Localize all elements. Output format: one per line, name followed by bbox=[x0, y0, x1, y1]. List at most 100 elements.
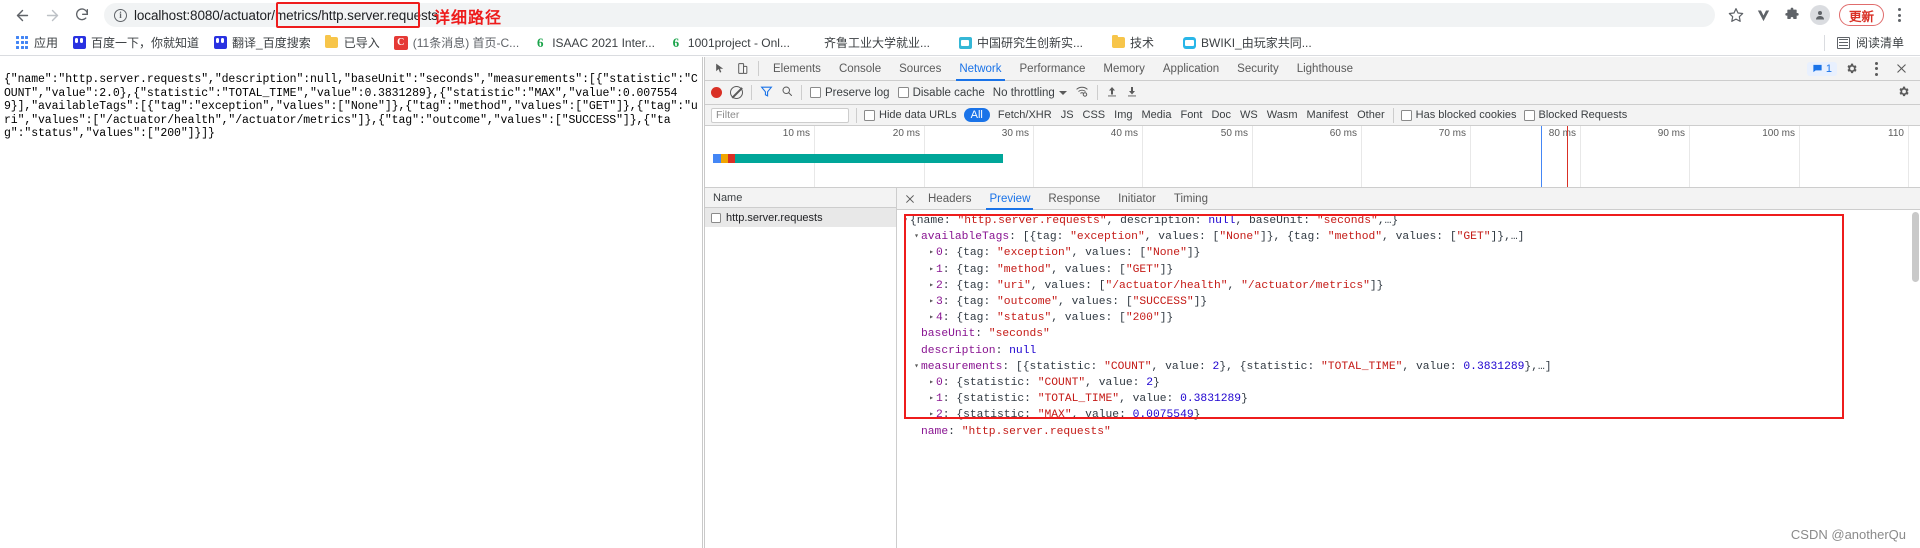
network-conditions-icon[interactable] bbox=[1075, 85, 1089, 101]
tab-preview[interactable]: Preview bbox=[980, 188, 1039, 210]
bookmark-isaac[interactable]: 6 ISAAC 2021 Inter... bbox=[526, 34, 662, 52]
table-row[interactable]: http.server.requests bbox=[705, 208, 896, 227]
hide-data-urls-checkbox[interactable]: Hide data URLs bbox=[864, 109, 957, 121]
inspect-element-icon[interactable] bbox=[709, 58, 731, 80]
timeline-tick-label: 90 ms bbox=[1657, 128, 1685, 139]
disable-cache-checkbox[interactable]: Disable cache bbox=[897, 87, 985, 99]
device-toolbar-icon[interactable] bbox=[731, 58, 753, 80]
filter-type-font[interactable]: Font bbox=[1179, 109, 1203, 121]
timeline-event-marker bbox=[1541, 126, 1542, 187]
preserve-log-label: Preserve log bbox=[825, 86, 890, 99]
blocked-requests-checkbox[interactable]: Blocked Requests bbox=[1523, 109, 1627, 121]
network-overview-timeline[interactable]: 10 ms 20 ms 30 ms 40 ms 50 ms 60 ms 70 ms 80 ms… bbox=[705, 126, 1920, 188]
close-icon[interactable] bbox=[1890, 58, 1912, 80]
csdn-icon: C bbox=[393, 35, 408, 50]
puzzle-icon[interactable] bbox=[1779, 2, 1805, 28]
forward-button[interactable] bbox=[38, 1, 66, 29]
timeline-tick bbox=[1361, 126, 1362, 187]
browser-window: i localhost:8080/actuator/metrics/http.s… bbox=[0, 0, 1920, 548]
json-tree-row[interactable]: name: "http.server.requests" bbox=[901, 424, 1920, 440]
bookmark-imported-folder[interactable]: 已导入 bbox=[318, 32, 387, 53]
timeline-tick bbox=[1252, 126, 1253, 187]
filter-type-js[interactable]: JS bbox=[1060, 109, 1075, 121]
search-icon[interactable] bbox=[781, 85, 793, 100]
extension-v-icon[interactable] bbox=[1751, 2, 1777, 28]
bookmark-apps[interactable]: 应用 bbox=[8, 32, 65, 53]
tab-lighthouse[interactable]: Lighthouse bbox=[1288, 57, 1362, 81]
tab-timing[interactable]: Timing bbox=[1165, 188, 1217, 210]
bookmark-baidu-translate[interactable]: 翻译_百度搜索 bbox=[206, 32, 318, 53]
preserve-log-checkbox[interactable]: Preserve log bbox=[810, 87, 890, 99]
bookmark-star-icon[interactable] bbox=[1723, 2, 1749, 28]
tab-console[interactable]: Console bbox=[830, 57, 890, 81]
divider bbox=[1096, 85, 1098, 100]
filter-type-ws[interactable]: WS bbox=[1239, 109, 1259, 121]
throttling-select[interactable]: No throttling bbox=[993, 87, 1067, 99]
filter-type-css[interactable]: CSS bbox=[1082, 109, 1107, 121]
filter-icon[interactable] bbox=[760, 85, 773, 101]
tab-application[interactable]: Application bbox=[1154, 57, 1228, 81]
import-har-icon[interactable] bbox=[1106, 85, 1118, 101]
tab-network[interactable]: Network bbox=[950, 57, 1010, 81]
throttling-value: No throttling bbox=[992, 86, 1055, 99]
filter-type-wasm[interactable]: Wasm bbox=[1266, 109, 1299, 121]
filter-type-doc[interactable]: Doc bbox=[1210, 109, 1232, 121]
reload-button[interactable] bbox=[68, 1, 96, 29]
tab-sources[interactable]: Sources bbox=[890, 57, 950, 81]
timeline-tick bbox=[1799, 126, 1800, 187]
tab-elements[interactable]: Elements bbox=[764, 57, 830, 81]
bookmark-label: 应用 bbox=[34, 36, 59, 50]
bookmark-tech-folder[interactable]: 技术 bbox=[1104, 32, 1161, 53]
reading-list-button[interactable]: 阅读清单 bbox=[1823, 34, 1912, 51]
bookmark-bwiki[interactable]: BWIKI_由玩家共同... bbox=[1175, 32, 1319, 53]
browser-toolbar: i localhost:8080/actuator/metrics/http.s… bbox=[0, 0, 1920, 30]
timeline-tick-label: 60 ms bbox=[1329, 128, 1357, 139]
back-button[interactable] bbox=[8, 1, 36, 29]
clear-icon[interactable] bbox=[730, 86, 743, 99]
checkbox bbox=[1400, 109, 1412, 121]
timeline-tick-label: 30 ms bbox=[1001, 128, 1029, 139]
tab-performance[interactable]: Performance bbox=[1011, 57, 1095, 81]
teal-icon bbox=[958, 36, 972, 50]
filter-type-manifest[interactable]: Manifest bbox=[1306, 109, 1350, 121]
tab-response[interactable]: Response bbox=[1039, 188, 1109, 210]
has-blocked-cookies-checkbox[interactable]: Has blocked cookies bbox=[1400, 109, 1517, 121]
site-info-icon[interactable]: i bbox=[114, 8, 127, 22]
devtools-menu-button[interactable] bbox=[1865, 58, 1887, 80]
kebab-icon bbox=[1888, 8, 1910, 22]
apps-grid-icon bbox=[15, 36, 29, 50]
export-har-icon[interactable] bbox=[1126, 85, 1138, 101]
tab-headers[interactable]: Headers bbox=[919, 188, 980, 210]
bookmark-qlu-jobs[interactable]: 齐鲁工业大学就业... bbox=[817, 32, 937, 53]
gear-icon[interactable] bbox=[1897, 85, 1910, 101]
close-icon[interactable] bbox=[901, 190, 919, 208]
folder-icon bbox=[325, 35, 339, 50]
filter-type-other[interactable]: Other bbox=[1356, 109, 1386, 121]
divider bbox=[1392, 107, 1394, 123]
bookmark-1001project[interactable]: 6 1001project - Onl... bbox=[662, 34, 797, 52]
address-bar[interactable]: i localhost:8080/actuator/metrics/http.s… bbox=[104, 3, 1715, 27]
filter-type-all[interactable]: All bbox=[963, 108, 990, 122]
tab-security[interactable]: Security bbox=[1228, 57, 1288, 81]
request-column-header[interactable]: Name bbox=[705, 188, 896, 208]
raw-json-body: {"name":"http.server.requests","descript… bbox=[4, 73, 698, 141]
timeline-tick bbox=[1033, 126, 1034, 187]
filter-type-fetch-xhr[interactable]: Fetch/XHR bbox=[997, 109, 1053, 121]
baidu-icon bbox=[213, 36, 227, 50]
bookmark-baidu-home[interactable]: 百度一下，你就知道 bbox=[65, 32, 206, 53]
filter-input[interactable]: Filter bbox=[711, 107, 849, 123]
filter-type-img[interactable]: Img bbox=[1113, 109, 1133, 121]
filter-type-media[interactable]: Media bbox=[1141, 109, 1173, 121]
timeline-tick bbox=[1689, 126, 1690, 187]
tab-initiator[interactable]: Initiator bbox=[1109, 188, 1165, 210]
tab-memory[interactable]: Memory bbox=[1094, 57, 1154, 81]
message-count-badge[interactable]: 1 bbox=[1806, 61, 1837, 76]
record-icon[interactable] bbox=[711, 87, 722, 98]
browser-menu-button[interactable] bbox=[1886, 2, 1912, 28]
update-button[interactable]: 更新 bbox=[1838, 4, 1884, 26]
gear-icon[interactable] bbox=[1840, 58, 1862, 80]
profile-avatar[interactable] bbox=[1807, 2, 1833, 28]
bookmark-grad-innovation[interactable]: 中国研究生创新实... bbox=[951, 32, 1090, 53]
bookmark-csdn[interactable]: C (11条消息) 首页-C... bbox=[387, 32, 526, 53]
vertical-scrollbar[interactable] bbox=[1912, 212, 1919, 282]
